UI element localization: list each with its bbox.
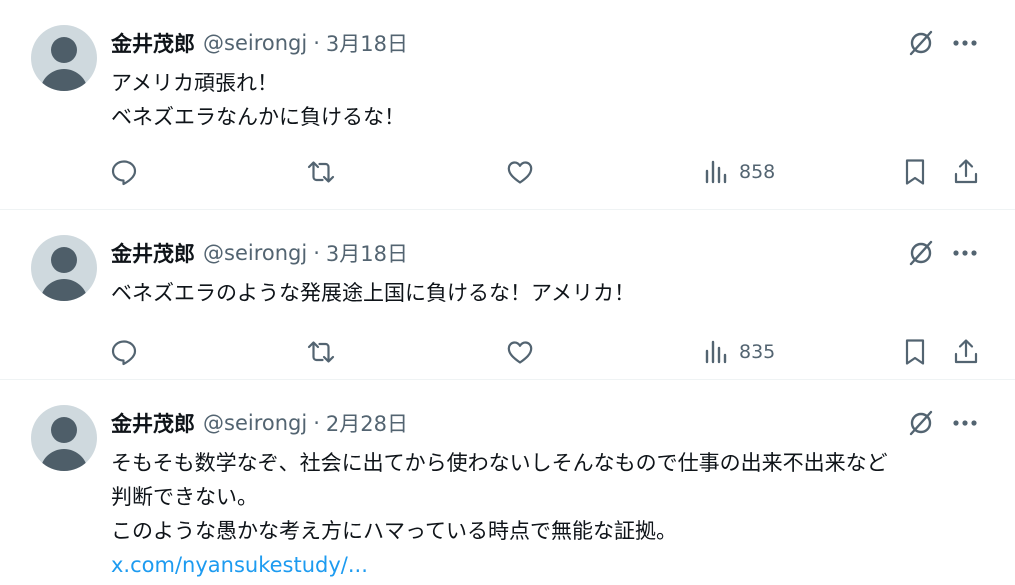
retweet-icon [305,157,337,187]
bookmark-icon [902,337,928,367]
tweet-header: 金井茂郎 @seirongj · 3月18日 [111,28,408,58]
author-handle[interactable]: @seirongj [203,411,307,435]
tweet-date[interactable]: 3月18日 [326,238,408,268]
tweet-feed: 金井茂郎 @seirongj · 3月18日 アメリカ頑張れ！ ベネズエラなんか… [0,0,1015,585]
tweet-header: 金井茂郎 @seirongj · 3月18日 [111,238,408,268]
reply-icon [109,157,139,187]
reply-button[interactable] [109,154,139,190]
tweet-text-line: アメリカ頑張れ！ [111,71,278,95]
separator: · [313,241,320,265]
tweet-text: ベネズエラのような発展途上国に負けるな！アメリカ！ [111,276,991,310]
grok-icon[interactable] [906,28,936,58]
default-avatar-icon[interactable] [31,235,97,301]
heart-icon [505,337,535,367]
share-icon [952,157,980,187]
tweet-text-line: ベネズエラなんかに負けるな！ [111,105,405,129]
views-count: 858 [739,161,776,183]
retweet-button[interactable] [305,334,337,370]
bookmark-button[interactable] [902,154,928,190]
tweet-header: 金井茂郎 @seirongj · 2月28日 [111,408,408,438]
reply-icon [109,337,139,367]
tweet-text: アメリカ頑張れ！ ベネズエラなんかに負けるな！ [111,66,991,134]
tweet-date[interactable]: 3月18日 [326,28,408,58]
more-icon[interactable] [950,28,980,58]
separator: · [313,411,320,435]
grok-icon[interactable] [906,238,936,268]
more-icon[interactable] [950,408,980,438]
grok-icon[interactable] [906,408,936,438]
tweet-text-line: そもそも数学なぞ、社会に出てから使わないしそんなもので仕事の出来不出来など [111,451,888,475]
default-avatar-icon[interactable] [31,405,97,471]
reply-button[interactable] [109,334,139,370]
retweet-button[interactable] [305,154,337,190]
share-button[interactable] [952,334,980,370]
tweet-date[interactable]: 2月28日 [326,408,408,438]
author-handle[interactable]: @seirongj [203,31,307,55]
like-button[interactable] [505,154,535,190]
tweet[interactable]: 金井茂郎 @seirongj · 3月18日 ベネズエラのような発展途上国に負け… [0,210,1015,380]
bookmark-icon [902,157,928,187]
tweet[interactable]: 金井茂郎 @seirongj · 3月18日 アメリカ頑張れ！ ベネズエラなんか… [0,0,1015,210]
tweet-actions: 835 [0,334,1015,370]
tweet-text-line: このような愚かな考え方にハマっている時点で無能な証拠。 [111,519,677,543]
default-avatar-icon[interactable] [31,25,97,91]
like-button[interactable] [505,334,535,370]
more-icon[interactable] [950,238,980,268]
separator: · [313,31,320,55]
tweet-text-line: 判断できない。 [111,485,258,509]
heart-icon [505,157,535,187]
share-icon [952,337,980,367]
views-icon [703,337,729,367]
author-name[interactable]: 金井茂郎 [111,408,195,438]
retweet-icon [305,337,337,367]
author-handle[interactable]: @seirongj [203,241,307,265]
author-name[interactable]: 金井茂郎 [111,28,195,58]
views-button[interactable]: 858 [703,154,775,190]
views-button[interactable]: 835 [703,334,775,370]
author-name[interactable]: 金井茂郎 [111,238,195,268]
bookmark-button[interactable] [902,334,928,370]
tweet-text: そもそも数学なぞ、社会に出てから使わないしそんなもので仕事の出来不出来など 判断… [111,446,991,582]
tweet-link[interactable]: x.com/nyansukestudy/... [111,548,991,582]
tweet[interactable]: 金井茂郎 @seirongj · 2月28日 そもそも数学なぞ、社会に出てから使… [0,380,1015,585]
tweet-actions: 858 [0,154,1015,190]
tweet-text-line: ベネズエラのような発展途上国に負けるな！アメリカ！ [111,281,635,305]
share-button[interactable] [952,154,980,190]
views-icon [703,157,729,187]
views-count: 835 [739,341,776,363]
